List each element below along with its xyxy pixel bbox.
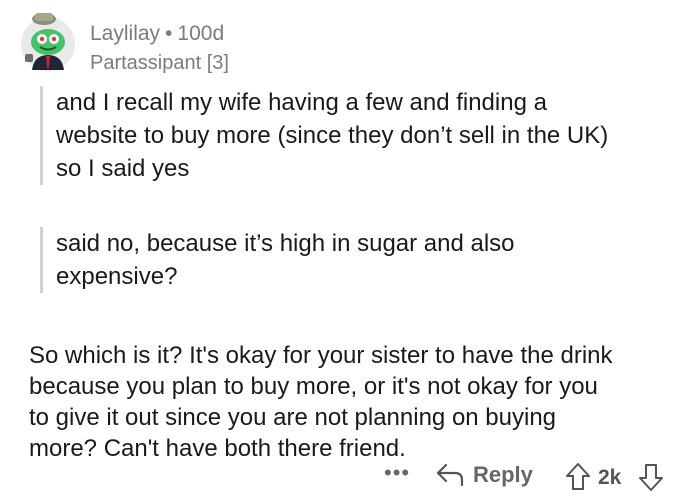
body-line: to give it out since you are not plannin… (29, 404, 557, 431)
quote-line: so I said yes (56, 155, 190, 182)
quote-line: and I recall my wife having a few and fi… (56, 89, 547, 116)
username[interactable]: Laylilay (90, 22, 160, 45)
comment-actions: ••• Reply 2k (0, 458, 700, 498)
downvote-button[interactable] (638, 462, 664, 498)
upvote-button[interactable] (565, 462, 591, 498)
separator-dot: • (165, 22, 173, 45)
vote-score: 2k (598, 466, 622, 489)
blockquote-1: and I recall my wife having a few and fi… (40, 86, 696, 185)
more-options-button[interactable]: ••• (384, 460, 410, 486)
user-flair: Partassipant [3] (90, 52, 229, 74)
comment-age: 100d (177, 22, 225, 45)
body-line: So which is it? It's okay for your siste… (29, 342, 613, 369)
body-line: because you plan to buy more, or it's no… (29, 373, 598, 400)
blockquote-2: said no, because it’s high in sugar and … (40, 227, 696, 293)
comment-header: Laylilay • 100d Partassipant [3] (20, 10, 680, 74)
downvote-arrow-icon (639, 464, 663, 491)
avatar[interactable] (20, 10, 76, 74)
snoo-avatar-icon (21, 13, 75, 71)
quote-line: expensive? (56, 263, 178, 290)
comment-body: So which is it? It's okay for your siste… (29, 340, 679, 464)
reply-label: Reply (473, 462, 533, 487)
reply-arrow-icon (436, 463, 464, 487)
upvote-arrow-icon (566, 463, 590, 490)
author-line: Laylilay • 100d (90, 22, 224, 46)
reply-button[interactable]: Reply (435, 462, 533, 488)
quote-line: website to buy more (since they don’t se… (56, 122, 609, 149)
quote-line: said no, because it’s high in sugar and … (56, 230, 515, 257)
